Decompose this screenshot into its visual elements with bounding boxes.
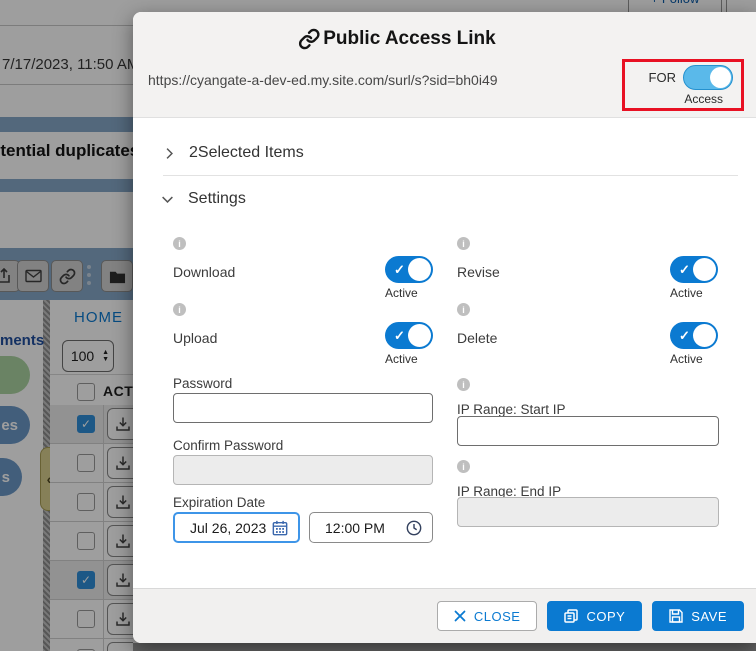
info-icon[interactable]: i — [457, 378, 470, 391]
confirm-password-input — [173, 455, 433, 485]
password-label: Password — [173, 376, 232, 391]
settings-label: Settings — [188, 190, 246, 208]
revise-toggle[interactable]: ✓ — [670, 256, 718, 283]
delete-toggle-label: Delete — [457, 330, 497, 346]
download-toggle-label: Download — [173, 264, 235, 280]
check-icon: ✓ — [394, 262, 405, 278]
revise-toggle-label: Revise — [457, 264, 500, 280]
revise-toggle-status: Active — [670, 286, 703, 300]
modal-header: Public Access Link https://cyangate-a-de… — [133, 12, 756, 118]
toggle-knob — [408, 258, 431, 281]
selected-items-label: 2Selected Items — [189, 144, 304, 162]
expiration-date-label: Expiration Date — [173, 495, 265, 510]
toggle-knob — [693, 324, 716, 347]
section-divider — [163, 175, 738, 176]
settings-section-header[interactable]: Settings — [160, 190, 246, 208]
copy-icon — [564, 609, 578, 623]
copy-button[interactable]: COPY — [547, 601, 642, 631]
selected-items-section-header[interactable]: 2Selected Items — [163, 144, 304, 162]
close-icon — [454, 610, 466, 622]
check-icon: ✓ — [394, 328, 405, 344]
password-input[interactable] — [173, 393, 433, 423]
toggle-knob — [408, 324, 431, 347]
for-label: FOR — [649, 70, 676, 85]
clock-icon — [406, 520, 422, 536]
calendar-icon — [272, 520, 288, 536]
upload-toggle-label: Upload — [173, 330, 217, 346]
upload-toggle-status: Active — [385, 352, 418, 366]
toggle-knob — [693, 258, 716, 281]
download-toggle[interactable]: ✓ — [385, 256, 433, 283]
info-icon[interactable]: i — [173, 303, 186, 316]
delete-toggle-status: Active — [670, 352, 703, 366]
modal-title: Public Access Link — [298, 28, 495, 50]
expiration-date-field[interactable]: Jul 26, 2023 — [173, 512, 300, 543]
download-toggle-status: Active — [385, 286, 418, 300]
ip-start-input[interactable] — [457, 416, 719, 446]
ip-end-input — [457, 497, 719, 527]
link-icon — [298, 28, 320, 50]
check-icon: ✓ — [679, 328, 690, 344]
toggle-knob — [710, 67, 731, 88]
chevron-right-icon — [163, 146, 176, 161]
modal-footer: CLOSE COPY SAVE — [133, 588, 756, 643]
save-icon — [669, 609, 683, 623]
chevron-down-icon — [160, 193, 175, 206]
access-label: Access — [633, 92, 733, 106]
expiration-time-field[interactable]: 12:00 PM — [309, 512, 433, 543]
public-access-link-modal: Public Access Link https://cyangate-a-de… — [133, 12, 756, 643]
ip-start-label: IP Range: Start IP — [457, 402, 566, 417]
save-button[interactable]: SAVE — [652, 601, 744, 631]
check-icon: ✓ — [679, 262, 690, 278]
expiration-date-value: Jul 26, 2023 — [190, 520, 266, 536]
modal-title-text: Public Access Link — [323, 28, 495, 50]
highlight-box: FOR Access — [622, 59, 744, 111]
close-button[interactable]: CLOSE — [437, 601, 538, 631]
confirm-password-label: Confirm Password — [173, 438, 283, 453]
public-access-url: https://cyangate-a-dev-ed.my.site.com/su… — [148, 72, 498, 88]
access-toggle[interactable] — [683, 65, 733, 90]
info-icon[interactable]: i — [457, 237, 470, 250]
upload-toggle[interactable]: ✓ — [385, 322, 433, 349]
info-icon[interactable]: i — [457, 460, 470, 473]
screen: + Follow 7/17/2023, 11:50 AM otential du… — [0, 0, 756, 651]
expiration-time-value: 12:00 PM — [325, 520, 385, 536]
delete-toggle[interactable]: ✓ — [670, 322, 718, 349]
info-icon[interactable]: i — [173, 237, 186, 250]
info-icon[interactable]: i — [457, 303, 470, 316]
